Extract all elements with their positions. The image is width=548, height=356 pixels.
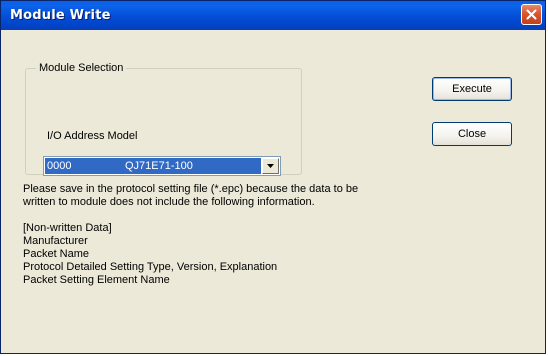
non-written-item: Packet Name <box>23 248 90 260</box>
non-written-item: Manufacturer <box>23 235 88 247</box>
non-written-item: Packet Setting Element Name <box>23 274 170 286</box>
message-line: Please save in the protocol setting file… <box>23 183 359 195</box>
module-select-value[interactable]: 0000 QJ71E71-100 <box>45 158 261 174</box>
io-address-value: 0000 <box>47 160 72 172</box>
close-icon <box>526 9 537 20</box>
dialog-body: Module Selection I/O Address Model 0000 … <box>4 30 542 350</box>
group-label: Module Selection <box>36 61 127 75</box>
io-address-model-label: I/O Address Model <box>47 130 138 142</box>
execute-button[interactable]: Execute <box>432 77 512 101</box>
message-line: written to module does not include the f… <box>23 196 315 208</box>
non-written-item: Protocol Detailed Setting Type, Version,… <box>23 261 278 273</box>
module-write-dialog: Module Write Module Selection I/O Addres… <box>0 0 546 354</box>
chevron-down-icon <box>267 164 274 168</box>
close-window-button[interactable] <box>521 4 542 25</box>
dropdown-arrow-button[interactable] <box>262 158 279 174</box>
window-title: Module Write <box>10 8 111 23</box>
info-message: Please save in the protocol setting file… <box>23 183 523 287</box>
close-button[interactable]: Close <box>432 122 512 146</box>
non-written-header: [Non-written Data] <box>23 222 112 234</box>
module-selection-group: Module Selection I/O Address Model 0000 … <box>25 61 302 176</box>
module-select-dropdown[interactable]: 0000 QJ71E71-100 <box>43 156 281 176</box>
title-bar[interactable]: Module Write <box>1 1 545 30</box>
module-model-value: QJ71E71-100 <box>125 160 193 172</box>
